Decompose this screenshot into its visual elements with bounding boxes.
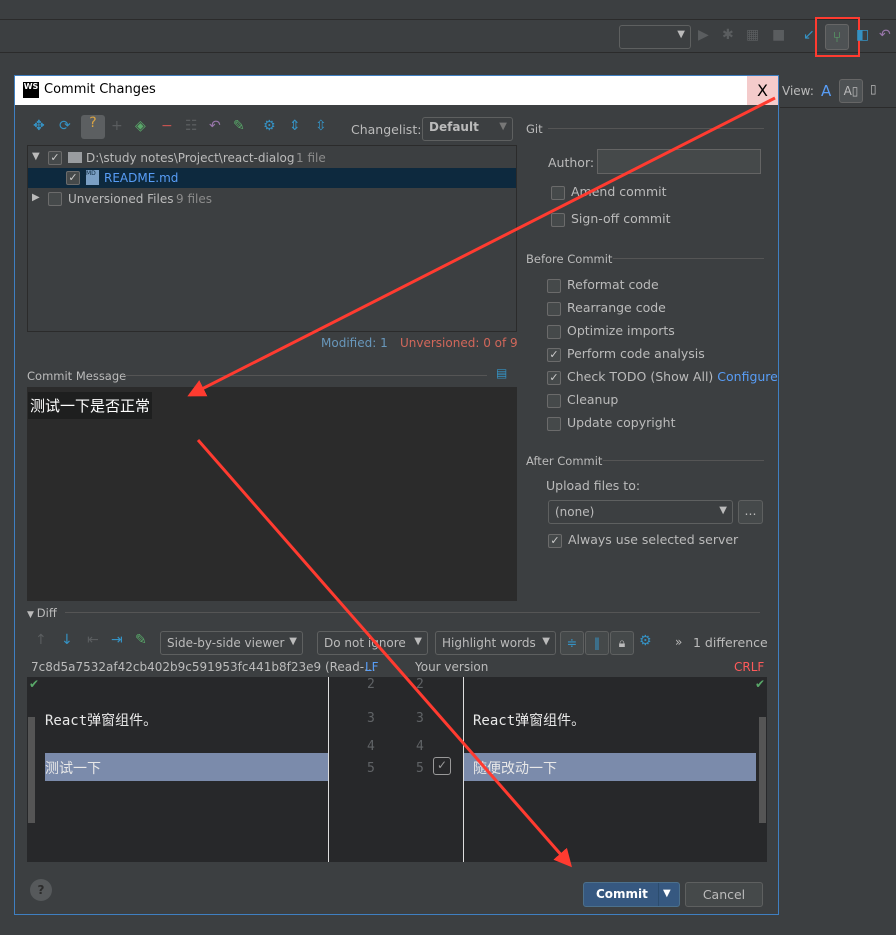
annotation-arrows xyxy=(187,96,776,868)
annotation-arrow xyxy=(187,96,776,397)
annotation-arrow xyxy=(196,439,572,868)
